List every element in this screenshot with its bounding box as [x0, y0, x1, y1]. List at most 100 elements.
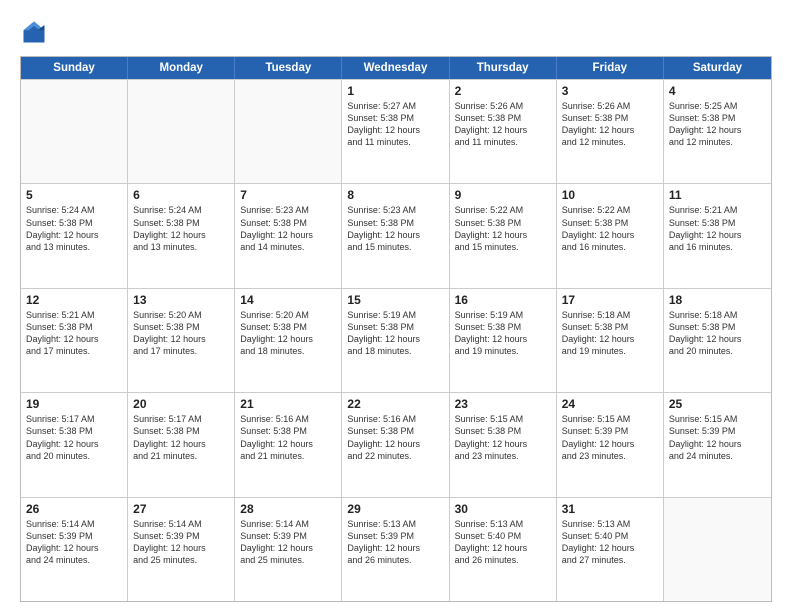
calendar-cell: 28Sunrise: 5:14 AMSunset: 5:39 PMDayligh…: [235, 498, 342, 601]
day-number: 4: [669, 84, 766, 98]
cell-text: Sunrise: 5:17 AM: [133, 413, 229, 425]
cell-text: Sunrise: 5:15 AM: [455, 413, 551, 425]
cell-text: Sunset: 5:38 PM: [133, 425, 229, 437]
cell-text: and 13 minutes.: [26, 241, 122, 253]
cell-text: Daylight: 12 hours: [562, 229, 658, 241]
cell-text: Sunset: 5:39 PM: [347, 530, 443, 542]
day-number: 24: [562, 397, 658, 411]
cell-text: Sunset: 5:38 PM: [455, 217, 551, 229]
cell-text: Daylight: 12 hours: [240, 438, 336, 450]
cell-text: and 25 minutes.: [133, 554, 229, 566]
calendar-cell: 24Sunrise: 5:15 AMSunset: 5:39 PMDayligh…: [557, 393, 664, 496]
day-number: 1: [347, 84, 443, 98]
cell-text: Daylight: 12 hours: [26, 229, 122, 241]
cell-text: and 26 minutes.: [455, 554, 551, 566]
day-number: 12: [26, 293, 122, 307]
calendar: SundayMondayTuesdayWednesdayThursdayFrid…: [20, 56, 772, 602]
cell-text: and 11 minutes.: [347, 136, 443, 148]
cell-text: Daylight: 12 hours: [240, 229, 336, 241]
cell-text: Sunrise: 5:24 AM: [26, 204, 122, 216]
day-number: 30: [455, 502, 551, 516]
day-number: 26: [26, 502, 122, 516]
cell-text: and 16 minutes.: [562, 241, 658, 253]
calendar-cell: 16Sunrise: 5:19 AMSunset: 5:38 PMDayligh…: [450, 289, 557, 392]
cell-text: Sunrise: 5:18 AM: [562, 309, 658, 321]
day-number: 29: [347, 502, 443, 516]
day-number: 31: [562, 502, 658, 516]
cell-text: Sunrise: 5:20 AM: [240, 309, 336, 321]
weekday-header: Saturday: [664, 57, 771, 79]
cell-text: Sunrise: 5:27 AM: [347, 100, 443, 112]
calendar-cell: 26Sunrise: 5:14 AMSunset: 5:39 PMDayligh…: [21, 498, 128, 601]
weekday-header: Tuesday: [235, 57, 342, 79]
cell-text: Sunset: 5:38 PM: [347, 217, 443, 229]
day-number: 14: [240, 293, 336, 307]
cell-text: Sunset: 5:38 PM: [240, 217, 336, 229]
cell-text: Sunrise: 5:20 AM: [133, 309, 229, 321]
weekday-header: Thursday: [450, 57, 557, 79]
cell-text: Daylight: 12 hours: [133, 229, 229, 241]
calendar-cell: [235, 80, 342, 183]
cell-text: Sunrise: 5:26 AM: [455, 100, 551, 112]
cell-text: Daylight: 12 hours: [562, 333, 658, 345]
day-number: 2: [455, 84, 551, 98]
day-number: 15: [347, 293, 443, 307]
calendar-cell: 15Sunrise: 5:19 AMSunset: 5:38 PMDayligh…: [342, 289, 449, 392]
cell-text: and 18 minutes.: [240, 345, 336, 357]
cell-text: Sunrise: 5:18 AM: [669, 309, 766, 321]
cell-text: Sunset: 5:38 PM: [26, 321, 122, 333]
cell-text: and 17 minutes.: [133, 345, 229, 357]
day-number: 10: [562, 188, 658, 202]
calendar-cell: 14Sunrise: 5:20 AMSunset: 5:38 PMDayligh…: [235, 289, 342, 392]
cell-text: Daylight: 12 hours: [455, 438, 551, 450]
cell-text: Sunset: 5:39 PM: [26, 530, 122, 542]
calendar-cell: 4Sunrise: 5:25 AMSunset: 5:38 PMDaylight…: [664, 80, 771, 183]
day-number: 13: [133, 293, 229, 307]
cell-text: Sunrise: 5:22 AM: [455, 204, 551, 216]
day-number: 3: [562, 84, 658, 98]
cell-text: Sunset: 5:38 PM: [133, 217, 229, 229]
cell-text: Sunrise: 5:19 AM: [455, 309, 551, 321]
cell-text: Sunrise: 5:13 AM: [347, 518, 443, 530]
calendar-header: SundayMondayTuesdayWednesdayThursdayFrid…: [21, 57, 771, 79]
cell-text: Daylight: 12 hours: [26, 542, 122, 554]
calendar-cell: 2Sunrise: 5:26 AMSunset: 5:38 PMDaylight…: [450, 80, 557, 183]
calendar-cell: 19Sunrise: 5:17 AMSunset: 5:38 PMDayligh…: [21, 393, 128, 496]
day-number: 7: [240, 188, 336, 202]
cell-text: Daylight: 12 hours: [562, 124, 658, 136]
cell-text: and 14 minutes.: [240, 241, 336, 253]
calendar-cell: [21, 80, 128, 183]
cell-text: Sunset: 5:38 PM: [26, 425, 122, 437]
cell-text: Sunset: 5:38 PM: [562, 217, 658, 229]
cell-text: Sunrise: 5:15 AM: [562, 413, 658, 425]
day-number: 17: [562, 293, 658, 307]
cell-text: Sunrise: 5:15 AM: [669, 413, 766, 425]
cell-text: and 19 minutes.: [562, 345, 658, 357]
cell-text: Sunset: 5:38 PM: [455, 425, 551, 437]
calendar-cell: 7Sunrise: 5:23 AMSunset: 5:38 PMDaylight…: [235, 184, 342, 287]
logo: [20, 18, 52, 46]
weekday-header: Wednesday: [342, 57, 449, 79]
cell-text: and 12 minutes.: [669, 136, 766, 148]
cell-text: Daylight: 12 hours: [455, 542, 551, 554]
calendar-row: 19Sunrise: 5:17 AMSunset: 5:38 PMDayligh…: [21, 392, 771, 496]
cell-text: Sunrise: 5:24 AM: [133, 204, 229, 216]
cell-text: Daylight: 12 hours: [669, 438, 766, 450]
cell-text: and 24 minutes.: [669, 450, 766, 462]
cell-text: Sunrise: 5:16 AM: [240, 413, 336, 425]
weekday-header: Sunday: [21, 57, 128, 79]
day-number: 9: [455, 188, 551, 202]
day-number: 27: [133, 502, 229, 516]
calendar-row: 1Sunrise: 5:27 AMSunset: 5:38 PMDaylight…: [21, 79, 771, 183]
calendar-cell: [664, 498, 771, 601]
calendar-body: 1Sunrise: 5:27 AMSunset: 5:38 PMDaylight…: [21, 79, 771, 601]
calendar-cell: 11Sunrise: 5:21 AMSunset: 5:38 PMDayligh…: [664, 184, 771, 287]
day-number: 6: [133, 188, 229, 202]
cell-text: and 12 minutes.: [562, 136, 658, 148]
cell-text: Sunset: 5:38 PM: [240, 321, 336, 333]
cell-text: and 20 minutes.: [669, 345, 766, 357]
calendar-cell: 23Sunrise: 5:15 AMSunset: 5:38 PMDayligh…: [450, 393, 557, 496]
cell-text: Daylight: 12 hours: [455, 333, 551, 345]
header: [20, 18, 772, 46]
cell-text: Sunset: 5:39 PM: [669, 425, 766, 437]
